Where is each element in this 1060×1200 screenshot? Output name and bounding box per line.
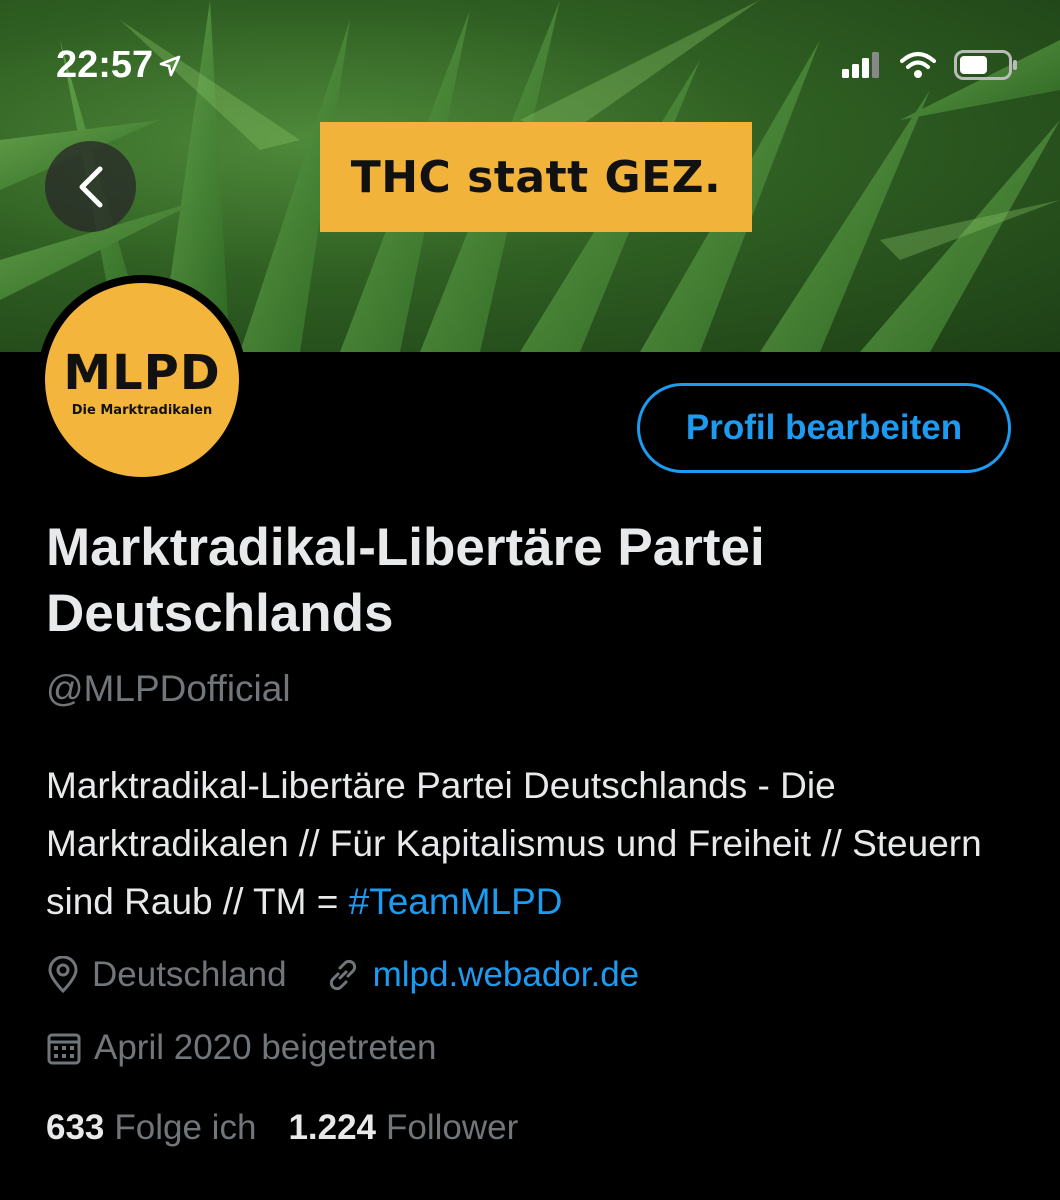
location-text: Deutschland: [92, 955, 287, 994]
profile-bio: Marktradikal-Libertäre Partei Deutschlan…: [46, 757, 1026, 931]
joined-text: April 2020 beigetreten: [94, 1028, 437, 1067]
signal-icon: [842, 52, 879, 78]
avatar-logo-text: MLPD: [63, 344, 221, 401]
follow-stats: 633 Folge ich 1.224 Follower: [46, 1108, 550, 1148]
wifi-icon: [900, 52, 936, 78]
chevron-left-icon: [79, 166, 102, 207]
following-stat[interactable]: 633 Folge ich: [46, 1108, 256, 1148]
status-icons: [842, 50, 1018, 80]
followers-count: 1.224: [288, 1108, 377, 1147]
battery-icon: [954, 50, 1017, 80]
profile-meta-row: Deutschland mlpd.webador.de: [46, 955, 677, 995]
status-time-text: 22:57: [56, 44, 154, 86]
link-icon: [325, 957, 361, 993]
calendar-icon: [46, 1030, 82, 1066]
location-arrow-icon: [159, 55, 181, 76]
edit-profile-button[interactable]: Profil bearbeiten: [637, 383, 1011, 473]
location-item: Deutschland: [46, 955, 287, 995]
followers-label: Follower: [386, 1108, 519, 1147]
followers-stat[interactable]: 1.224 Follower: [288, 1108, 518, 1148]
bio-hashtag-link[interactable]: #TeamMLPD: [349, 881, 563, 922]
display-name: Marktradikal-Libertäre Partei Deutschlan…: [46, 518, 765, 643]
user-handle: @MLPDofficial: [46, 668, 291, 709]
status-time: 22:57: [56, 44, 181, 87]
avatar-logo-subtitle: Die Marktradikalen: [71, 402, 213, 418]
location-pin-icon: [46, 956, 80, 994]
following-count: 633: [46, 1108, 105, 1147]
joined-row: April 2020 beigetreten: [46, 1028, 436, 1068]
back-button[interactable]: [45, 141, 136, 232]
website-item[interactable]: mlpd.webador.de: [325, 955, 640, 995]
website-link[interactable]: mlpd.webador.de: [373, 955, 640, 995]
banner-sign: THC statt GEZ.: [320, 122, 752, 232]
following-label: Folge ich: [114, 1108, 257, 1147]
avatar[interactable]: MLPD Die Marktradikalen: [45, 283, 239, 477]
